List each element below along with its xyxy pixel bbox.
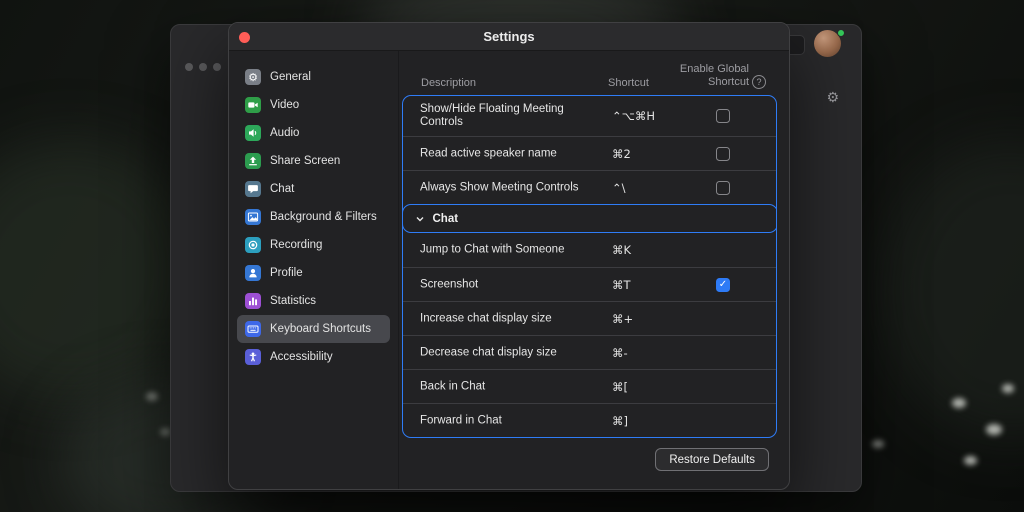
shortcuts-list: Show/Hide Floating Meeting Controls ⌃⌥⌘H R…: [402, 95, 777, 438]
shortcut-row-jump-to-chat-with-someone[interactable]: Jump to Chat with Someone ⌘K: [403, 233, 776, 267]
row-shortcut-value[interactable]: ⌘T: [612, 278, 631, 292]
row-description: Forward in Chat: [420, 414, 595, 427]
flower: [1002, 384, 1014, 393]
sidebar-item-label: Share Screen: [270, 155, 340, 167]
video-camera-icon: [245, 97, 261, 113]
sidebar-item-accessibility[interactable]: Accessibility: [237, 343, 390, 371]
sidebar-item-label: Recording: [270, 239, 322, 251]
shortcut-row-decrease-chat-display-size[interactable]: Decrease chat display size ⌘-: [403, 335, 776, 369]
background-foliage: [880, 140, 1024, 440]
row-description: Back in Chat: [420, 380, 595, 393]
row-shortcut-value[interactable]: ⌘K: [612, 243, 631, 257]
section-header-chat[interactable]: Chat: [402, 204, 777, 233]
sidebar-item-label: Accessibility: [270, 351, 333, 363]
row-description: Read active speaker name: [420, 147, 595, 160]
shortcut-row-read-active-speaker-name[interactable]: Read active speaker name ⌘2: [403, 136, 776, 170]
settings-sidebar: ⚙ General Video Audio Share Screen Chat Backgr…: [229, 51, 399, 489]
flower: [986, 424, 1002, 435]
row-description: Always Show Meeting Controls: [420, 181, 595, 194]
titlebar[interactable]: Settings: [229, 23, 789, 51]
flower: [146, 392, 158, 401]
sidebar-item-label: Audio: [270, 127, 299, 139]
sidebar-item-recording[interactable]: Recording: [237, 231, 390, 259]
sidebar-item-general[interactable]: ⚙ General: [237, 63, 390, 91]
sidebar-item-video[interactable]: Video: [237, 91, 390, 119]
sidebar-item-share-screen[interactable]: Share Screen: [237, 147, 390, 175]
shortcut-row-back-in-chat[interactable]: Back in Chat ⌘[: [403, 369, 776, 403]
sidebar-item-audio[interactable]: Audio: [237, 119, 390, 147]
close-button[interactable]: [185, 63, 193, 71]
window-controls: [185, 63, 221, 71]
row-shortcut-value[interactable]: ⌘+: [612, 312, 633, 326]
settings-gear-icon[interactable]: ⚙: [826, 91, 839, 105]
sidebar-item-label: Video: [270, 99, 299, 111]
row-shortcut-value[interactable]: ⌘-: [612, 346, 628, 360]
bar-chart-icon: [245, 293, 261, 309]
sidebar-item-label: Background & Filters: [270, 211, 377, 223]
flower: [964, 456, 977, 465]
background-filters-icon: [245, 209, 261, 225]
row-shortcut-value[interactable]: ⌘[: [612, 380, 628, 394]
description-column-header: Description: [421, 77, 476, 89]
sidebar-item-chat[interactable]: Chat: [237, 175, 390, 203]
sidebar-item-statistics[interactable]: Statistics: [237, 287, 390, 315]
window-title: Settings: [483, 29, 534, 44]
row-shortcut-value[interactable]: ⌘2: [612, 147, 631, 161]
shortcut-row-always-show-meeting-controls[interactable]: Always Show Meeting Controls ⌃\: [403, 170, 776, 204]
accessibility-icon: [245, 349, 261, 365]
row-description: Decrease chat display size: [420, 346, 595, 359]
row-shortcut-value[interactable]: ⌃\: [612, 181, 626, 195]
shortcut-column-header: Shortcut: [608, 77, 649, 89]
shortcut-row-screenshot[interactable]: Screenshot ⌘T ✓: [403, 267, 776, 301]
sidebar-item-label: Chat: [270, 183, 294, 195]
section-label: Chat: [433, 213, 459, 225]
chat-bubble-icon: [245, 181, 261, 197]
speaker-icon: [245, 125, 261, 141]
sidebar-item-label: Keyboard Shortcuts: [270, 323, 371, 335]
chevron-down-icon: [415, 214, 425, 224]
restore-defaults-button[interactable]: Restore Defaults: [655, 448, 769, 471]
share-screen-icon: [245, 153, 261, 169]
row-description: Increase chat display size: [420, 312, 595, 325]
record-icon: [245, 237, 261, 253]
sidebar-item-label: Profile: [270, 267, 303, 279]
shortcut-row-show-hide-floating-meeting-controls[interactable]: Show/Hide Floating Meeting Controls ⌃⌥⌘H: [403, 96, 776, 136]
shortcut-row-increase-chat-display-size[interactable]: Increase chat display size ⌘+: [403, 301, 776, 335]
flower: [872, 440, 884, 448]
keyboard-icon: [245, 321, 261, 337]
global-shortcut-checkbox[interactable]: [716, 147, 730, 161]
sidebar-item-keyboard-shortcuts[interactable]: Keyboard Shortcuts: [237, 315, 390, 343]
row-description: Jump to Chat with Someone: [420, 244, 595, 257]
shortcut-row-forward-in-chat[interactable]: Forward in Chat ⌘]: [403, 403, 776, 437]
settings-window: Settings ⚙ General Video Audio Share Screen C…: [228, 22, 790, 490]
global-shortcut-checkbox[interactable]: [716, 181, 730, 195]
sidebar-item-profile[interactable]: Profile: [237, 259, 390, 287]
row-shortcut-value[interactable]: ⌘]: [612, 414, 628, 428]
row-description: Show/Hide Floating Meeting Controls: [420, 103, 595, 129]
global-shortcut-checkbox[interactable]: [716, 109, 730, 123]
global-shortcut-checkbox[interactable]: ✓: [716, 278, 730, 292]
enable-global-column-header: Enable Global Shortcut: [665, 63, 749, 89]
minimize-button[interactable]: [199, 63, 207, 71]
sidebar-item-label: General: [270, 71, 311, 83]
gear-icon: ⚙: [245, 69, 261, 85]
zoom-button[interactable]: [213, 63, 221, 71]
person-icon: [245, 265, 261, 281]
help-icon[interactable]: ?: [752, 75, 766, 89]
sidebar-item-label: Statistics: [270, 295, 316, 307]
status-indicator: [837, 29, 845, 37]
row-shortcut-value[interactable]: ⌃⌥⌘H: [612, 109, 655, 123]
sidebar-item-background-filters[interactable]: Background & Filters: [237, 203, 390, 231]
flower: [952, 398, 966, 408]
row-description: Screenshot: [420, 278, 595, 291]
shortcuts-panel: Description Shortcut Enable Global Short…: [399, 51, 789, 489]
close-icon[interactable]: [239, 32, 250, 43]
